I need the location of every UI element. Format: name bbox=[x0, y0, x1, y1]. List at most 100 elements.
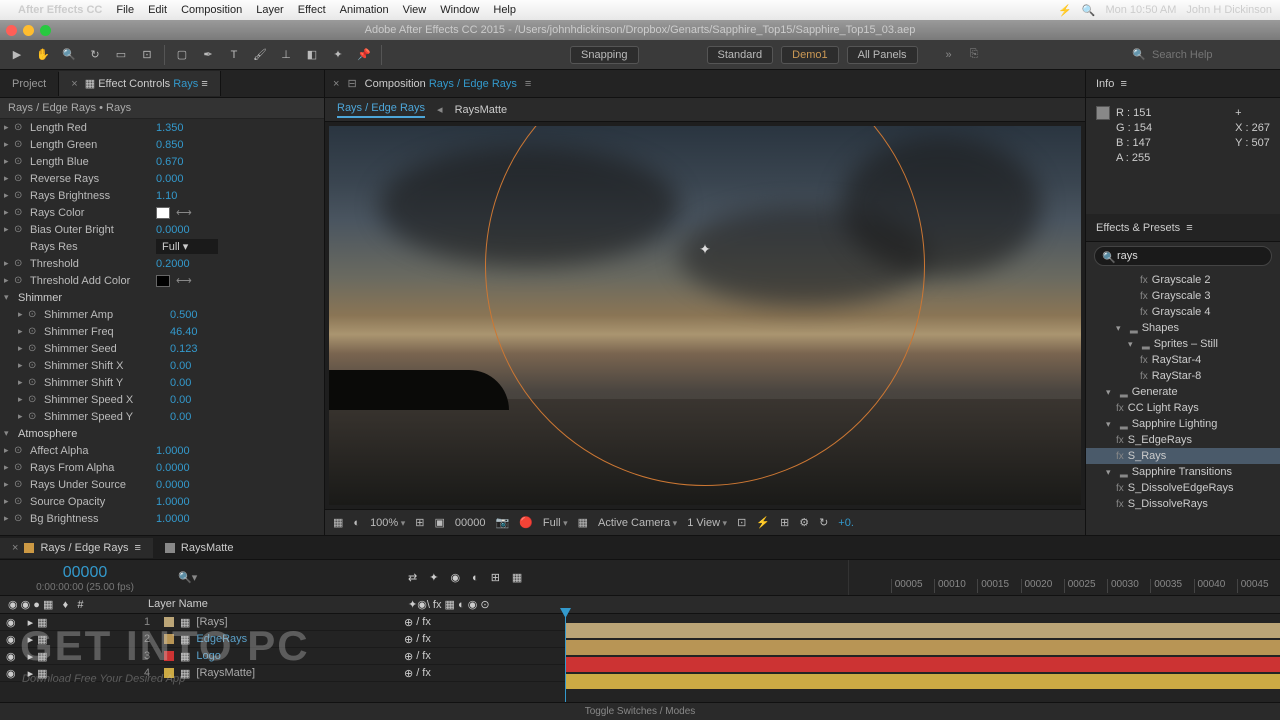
menu-animation[interactable]: Animation bbox=[340, 4, 389, 16]
resolution-dropdown[interactable]: Full bbox=[543, 517, 568, 529]
menu-file[interactable]: File bbox=[116, 4, 134, 16]
timeline-tab-matte[interactable]: RaysMatte bbox=[153, 538, 246, 558]
workspace-demo[interactable]: Demo1 bbox=[781, 46, 838, 64]
fx-param[interactable]: ▸⊙Rays Brightness1.10 bbox=[0, 187, 324, 204]
comp-flow-icon[interactable]: ⊟ bbox=[347, 77, 356, 90]
region-icon[interactable]: ▣ bbox=[434, 516, 444, 529]
comp-mini-icon[interactable]: ⇄ bbox=[408, 571, 417, 584]
fx-param[interactable]: ▸⊙Bg Brightness1.0000 bbox=[0, 510, 324, 527]
timeline-layer[interactable]: ◉▸▦ 1▦[Rays] ⊕/fx bbox=[0, 614, 1280, 631]
menu-window[interactable]: Window bbox=[440, 4, 479, 16]
preset-item[interactable]: fxS_EdgeRays bbox=[1086, 432, 1280, 448]
selection-tool-icon[interactable]: ▶ bbox=[8, 46, 26, 64]
effect-gizmo-center[interactable]: ✦ bbox=[699, 241, 711, 258]
view-dropdown[interactable]: 1 View bbox=[687, 517, 727, 529]
fx-param[interactable]: ▸⊙Bias Outer Bright0.0000 bbox=[0, 221, 324, 238]
menu-edit[interactable]: Edit bbox=[148, 4, 167, 16]
info-panel-header[interactable]: Info ≡ bbox=[1086, 70, 1280, 98]
app-name[interactable]: After Effects CC bbox=[18, 4, 102, 16]
text-tool-icon[interactable]: T bbox=[225, 46, 243, 64]
menu-view[interactable]: View bbox=[403, 4, 427, 16]
fx-param[interactable]: ▸⊙Shimmer Speed X0.00 bbox=[0, 391, 324, 408]
workspace-standard[interactable]: Standard bbox=[707, 46, 774, 64]
preset-item[interactable]: fxGrayscale 2 bbox=[1086, 272, 1280, 288]
fx-group[interactable]: ▾Atmosphere bbox=[0, 425, 324, 442]
rect-tool-icon[interactable]: ▢ bbox=[173, 46, 191, 64]
menu-effect[interactable]: Effect bbox=[298, 4, 326, 16]
brainstorm-icon[interactable]: ▦ bbox=[512, 571, 522, 584]
res-icon[interactable]: ⊞ bbox=[415, 516, 424, 529]
wifi-icon[interactable]: ⚡ bbox=[1058, 4, 1072, 17]
toggle-switches[interactable]: Toggle Switches / Modes bbox=[0, 702, 1280, 720]
snapping-toggle[interactable]: Snapping bbox=[570, 46, 639, 64]
clock[interactable]: Mon 10:50 AM bbox=[1105, 4, 1176, 16]
fx-param[interactable]: ▸⊙Rays Under Source0.0000 bbox=[0, 476, 324, 493]
preset-item[interactable]: fxS_DissolveEdgeRays bbox=[1086, 480, 1280, 496]
grid-icon[interactable]: ▦ bbox=[333, 516, 343, 529]
preset-item[interactable]: fxRayStar-4 bbox=[1086, 352, 1280, 368]
pan-behind-icon[interactable]: ⊡ bbox=[138, 46, 156, 64]
presets-panel-header[interactable]: Effects & Presets ≡ bbox=[1086, 214, 1280, 242]
preset-item[interactable]: fxGrayscale 4 bbox=[1086, 304, 1280, 320]
layer-search[interactable]: 🔍▾ bbox=[170, 560, 400, 595]
fx-param[interactable]: ▸⊙Reverse Rays0.000 bbox=[0, 170, 324, 187]
snapshot-icon[interactable]: 📷 bbox=[495, 516, 509, 529]
puppet-tool-icon[interactable]: 📌 bbox=[355, 46, 373, 64]
camera-tool-icon[interactable]: ▭ bbox=[112, 46, 130, 64]
timecode[interactable]: 00000 0:00:00:00 (25.00 fps) bbox=[0, 560, 170, 595]
exposure[interactable]: +0. bbox=[838, 517, 854, 529]
playhead[interactable] bbox=[565, 614, 566, 702]
zoom-tool-icon[interactable]: 🔍 bbox=[60, 46, 78, 64]
overflow-icon[interactable]: » bbox=[946, 49, 952, 61]
traffic-lights[interactable] bbox=[6, 25, 51, 36]
fx-param[interactable]: ▸⊙Threshold Add Color⟷ bbox=[0, 272, 324, 289]
preset-item[interactable]: fxS_Rays bbox=[1086, 448, 1280, 464]
preset-item[interactable]: ▾▂Shapes bbox=[1086, 320, 1280, 336]
preset-item[interactable]: ▾▂Sprites – Still bbox=[1086, 336, 1280, 352]
tab-effect-controls[interactable]: × ▦ Effect Controls Rays ≡ bbox=[59, 71, 221, 96]
comp-menu-icon[interactable]: ≡ bbox=[525, 78, 531, 90]
preset-item[interactable]: fxRayStar-8 bbox=[1086, 368, 1280, 384]
clone-tool-icon[interactable]: ⊥ bbox=[277, 46, 295, 64]
transparent-icon[interactable]: ▦ bbox=[578, 516, 588, 529]
time-display[interactable]: 00000 bbox=[455, 517, 486, 529]
frame-blend-icon[interactable]: ◉ bbox=[450, 571, 460, 584]
preset-item[interactable]: ▾▂Generate bbox=[1086, 384, 1280, 400]
tab-project[interactable]: Project bbox=[0, 72, 59, 96]
fx-param[interactable]: ▸⊙Rays Color⟷ bbox=[0, 204, 324, 221]
timeline-tab-main[interactable]: ×Rays / Edge Rays ≡ bbox=[0, 538, 153, 558]
menu-help[interactable]: Help bbox=[493, 4, 516, 16]
presets-search-input[interactable] bbox=[1094, 246, 1272, 266]
fx-param[interactable]: ▸⊙Shimmer Shift Y0.00 bbox=[0, 374, 324, 391]
preset-item[interactable]: fxCC Light Rays bbox=[1086, 400, 1280, 416]
pen-tool-icon[interactable]: ✒ bbox=[199, 46, 217, 64]
hand-tool-icon[interactable]: ✋ bbox=[34, 46, 52, 64]
fx-param[interactable]: ▸⊙Affect Alpha1.0000 bbox=[0, 442, 324, 459]
graph-icon[interactable]: ⊞ bbox=[491, 571, 500, 584]
roto-tool-icon[interactable]: ✦ bbox=[329, 46, 347, 64]
fx-param[interactable]: ▸⊙Threshold0.2000 bbox=[0, 255, 324, 272]
fx-group[interactable]: ▾Shimmer bbox=[0, 289, 324, 306]
comp-nav-other[interactable]: RaysMatte bbox=[455, 104, 508, 116]
timeline-icon[interactable]: ⊞ bbox=[780, 516, 789, 529]
fx-param[interactable]: ▸⊙Shimmer Amp0.500 bbox=[0, 306, 324, 323]
zoom-dropdown[interactable]: 100% bbox=[370, 517, 405, 529]
fast-preview-icon[interactable]: ⚡ bbox=[756, 516, 770, 529]
fx-param[interactable]: ▸⊙Shimmer Shift X0.00 bbox=[0, 357, 324, 374]
camera-dropdown[interactable]: Active Camera bbox=[598, 517, 677, 529]
fx-param[interactable]: ▸⊙Rays From Alpha0.0000 bbox=[0, 459, 324, 476]
search-icon[interactable]: 🔍 bbox=[1082, 4, 1096, 17]
fx-param[interactable]: ▸⊙Source Opacity1.0000 bbox=[0, 493, 324, 510]
sync-icon[interactable]: ⎘ bbox=[970, 48, 979, 61]
comp-nav-active[interactable]: Rays / Edge Rays bbox=[337, 102, 425, 118]
mask-icon[interactable]: ◐ bbox=[353, 517, 360, 529]
composition-viewer[interactable]: ✦ bbox=[329, 126, 1081, 505]
fx-param[interactable]: ▸⊙Shimmer Freq46.40 bbox=[0, 323, 324, 340]
time-ruler[interactable]: 0000500010000150002000025000300003500040… bbox=[848, 560, 1280, 595]
fx-param[interactable]: ▸⊙Length Red1.350 bbox=[0, 119, 324, 136]
help-search-input[interactable] bbox=[1152, 49, 1272, 61]
menu-composition[interactable]: Composition bbox=[181, 4, 242, 16]
fx-param[interactable]: ▸⊙Length Green0.850 bbox=[0, 136, 324, 153]
rotate-tool-icon[interactable]: ↻ bbox=[86, 46, 104, 64]
channel-icon[interactable]: 🔴 bbox=[519, 516, 533, 529]
